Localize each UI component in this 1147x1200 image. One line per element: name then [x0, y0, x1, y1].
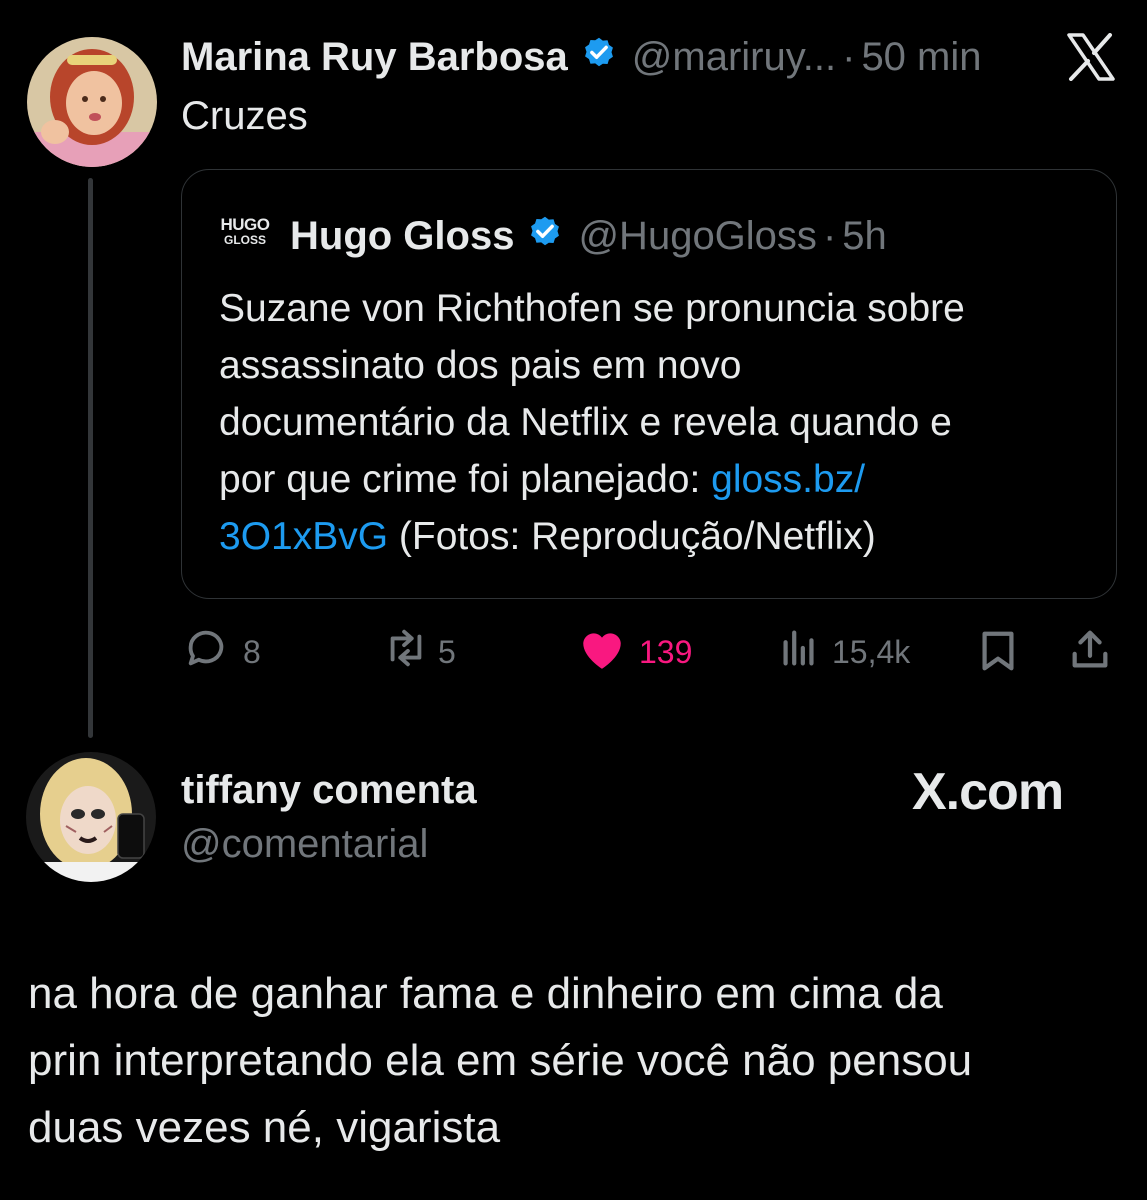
reply-body-text: na hora de ganhar fama e dinheiro em cim…: [28, 960, 972, 1161]
bookmark-icon: [976, 631, 1020, 678]
share-button[interactable]: [1067, 627, 1113, 673]
avatar-marina[interactable]: [27, 37, 157, 167]
views-icon: [776, 625, 822, 679]
avatar-tiffany[interactable]: [26, 752, 156, 882]
thread-connector-line: [88, 178, 93, 738]
quoted-tweet-card[interactable]: HUGO GLOSS Hugo Gloss @HugoGloss · 5h Su…: [181, 169, 1117, 599]
share-icon: [1067, 630, 1113, 677]
author-display-name[interactable]: Marina Ruy Barbosa: [181, 35, 568, 80]
quoted-text-prefix: por que crime foi planejado:: [219, 458, 712, 501]
quoted-text-line: assassinato dos pais em novo: [219, 344, 742, 387]
quoted-text-line: 3O1xBvG (Fotos: Reprodução/Netflix): [219, 508, 1099, 565]
verified-badge-icon: [526, 212, 564, 260]
x-logo-icon[interactable]: [1066, 33, 1116, 81]
heart-icon: [577, 625, 627, 679]
quoted-tweet-time[interactable]: 5h: [842, 214, 887, 259]
quoted-text-line: Suzane von Richthofen se pronuncia sobre: [219, 287, 965, 330]
quoted-text-line: por que crime foi planejado: gloss.bz/: [219, 451, 1099, 508]
reply-button[interactable]: 8: [183, 630, 261, 674]
reply-icon: [183, 625, 229, 679]
views-count: 15,4k: [832, 633, 911, 670]
quoted-author-name[interactable]: Hugo Gloss: [290, 214, 514, 259]
x-com-brand: X.com: [912, 763, 1064, 821]
retweet-icon: [380, 625, 432, 679]
author-handle[interactable]: @mariruy...: [632, 35, 836, 80]
reply-text-line: duas vezes né, vigarista: [28, 1103, 501, 1152]
meta-separator: ·: [842, 34, 856, 79]
like-count: 139: [639, 633, 693, 670]
views-button[interactable]: 15,4k: [776, 630, 910, 674]
article-link[interactable]: gloss.bz/: [711, 458, 865, 501]
reply-text-line: na hora de ganhar fama e dinheiro em cim…: [28, 969, 943, 1018]
retweet-button[interactable]: 5: [380, 629, 456, 674]
verified-badge-icon: [580, 33, 618, 81]
quoted-author-handle[interactable]: @HugoGloss: [578, 214, 816, 259]
reply-author-name[interactable]: tiffany comenta: [181, 766, 477, 814]
logo-text-top: HUGO: [220, 215, 271, 234]
reply-text-line: prin interpretando ela em série você não…: [28, 1036, 973, 1085]
quoted-tweet-body: Suzane von Richthofen se pronuncia sobre…: [219, 280, 1099, 565]
hugo-gloss-logo: HUGO GLOSS: [218, 216, 272, 252]
logo-text-bottom: GLOSS: [223, 233, 266, 247]
reply-count: 8: [243, 633, 261, 670]
reply-author-handle[interactable]: @comentarial: [181, 820, 428, 868]
main-tweet-text: Cruzes: [181, 94, 308, 138]
retweet-count: 5: [438, 633, 456, 670]
photo-credit: (Fotos: Reprodução/Netflix): [388, 515, 876, 558]
article-link[interactable]: 3O1xBvG: [219, 515, 388, 558]
main-tweet-header: Marina Ruy Barbosa @mariruy... · 50 min: [181, 32, 982, 82]
bookmark-button[interactable]: [976, 628, 1020, 674]
meta-separator: ·: [822, 213, 837, 258]
like-button[interactable]: 139: [577, 630, 692, 674]
quoted-text-line: documentário da Netflix e revela quando …: [219, 401, 952, 444]
quoted-tweet-header: Hugo Gloss @HugoGloss · 5h: [290, 212, 887, 260]
tweet-time[interactable]: 50 min: [861, 35, 981, 80]
